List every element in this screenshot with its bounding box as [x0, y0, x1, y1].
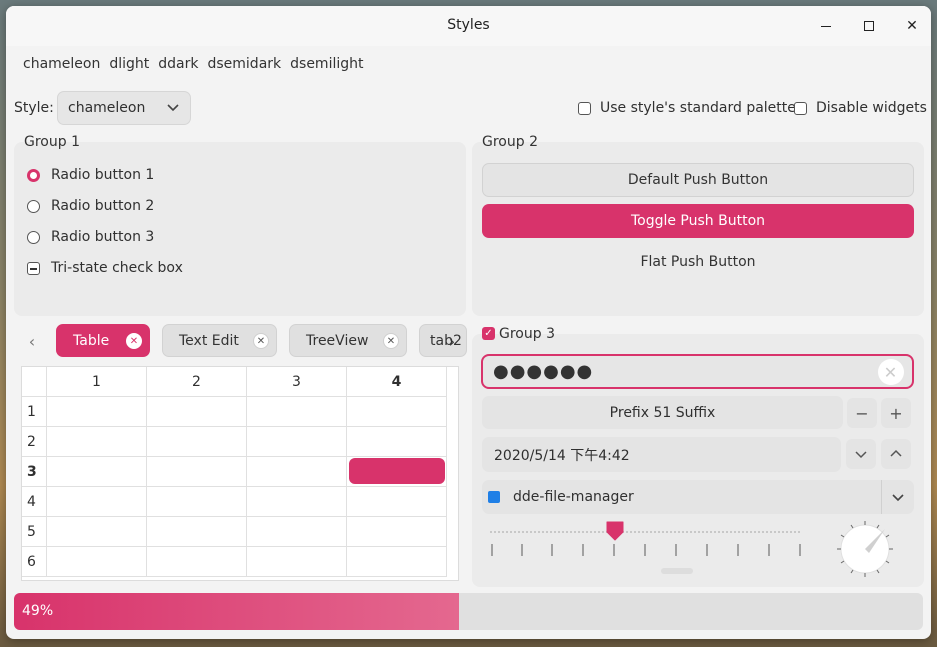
tab-text-edit[interactable]: Text Edit ✕: [162, 324, 277, 357]
dial[interactable]: [835, 519, 895, 579]
radio-unchecked-icon: [27, 230, 40, 244]
close-tab-icon[interactable]: ✕: [253, 333, 269, 349]
row-header[interactable]: 4: [22, 487, 47, 517]
group1-title: Group 1: [24, 134, 80, 150]
tab-scroll-left-button[interactable]: ‹: [23, 331, 41, 351]
close-button[interactable]: ✕: [900, 14, 924, 38]
style-link-dsemilight[interactable]: dsemilight: [290, 56, 363, 74]
chevron-down-icon: [855, 451, 867, 459]
tab-table-label: Table: [73, 332, 110, 349]
data-table[interactable]: 1 2 3 4 1 2 3 4 5 6: [21, 366, 459, 581]
row-header[interactable]: 1: [22, 397, 47, 427]
group3-checkbox[interactable]: ✓: [482, 327, 495, 340]
file-manager-icon: [488, 491, 500, 503]
minimize-icon: [821, 25, 831, 27]
column-header[interactable]: 3: [247, 367, 347, 397]
datetime-down-button[interactable]: [846, 439, 876, 469]
disable-widgets-option[interactable]: Disable widgets: [794, 100, 927, 116]
tab-table[interactable]: Table ✕: [56, 324, 150, 357]
app-combo-dropdown[interactable]: [881, 480, 914, 514]
datetime-up-button[interactable]: [881, 439, 911, 469]
clear-icon[interactable]: ✕: [878, 359, 904, 385]
spinbox[interactable]: Prefix 51 Suffix: [482, 396, 843, 429]
table-corner: [22, 367, 47, 397]
style-label: Style:: [14, 100, 54, 116]
style-link-dsemidark[interactable]: dsemidark: [207, 56, 281, 74]
style-link-dlight[interactable]: dlight: [109, 56, 149, 74]
radio-button-2[interactable]: Radio button 2: [27, 198, 154, 214]
plus-icon: +: [889, 403, 903, 423]
radio-checked-icon: [27, 168, 40, 182]
spinbox-decrement-button[interactable]: −: [847, 398, 877, 428]
horizontal-slider[interactable]: [490, 521, 802, 566]
progress-fill: [14, 593, 460, 630]
default-push-button[interactable]: Default Push Button: [482, 163, 914, 197]
column-header[interactable]: 4: [347, 367, 447, 397]
radio-button-1-label: Radio button 1: [51, 167, 155, 183]
table-cells[interactable]: [47, 397, 447, 577]
chevron-up-icon: [890, 449, 902, 457]
disable-widgets-label: Disable widgets: [816, 100, 927, 116]
column-header[interactable]: 2: [147, 367, 247, 397]
tristate-label: Tri-state check box: [51, 260, 183, 276]
standard-palette-label: Use style's standard palette: [600, 100, 796, 116]
titlebar: Styles ✕: [6, 6, 931, 46]
close-icon: ✕: [906, 18, 918, 34]
style-combo-value: chameleon: [68, 100, 146, 116]
style-combo[interactable]: chameleon: [57, 91, 191, 125]
style-links: chameleon dlight ddark dsemidark dsemili…: [23, 56, 364, 74]
scroll-indicator: [661, 568, 693, 574]
app-combo[interactable]: dde-file-manager: [482, 480, 914, 514]
group3-title: Group 3: [499, 326, 555, 342]
radio-button-2-label: Radio button 2: [51, 198, 155, 214]
tab-text-edit-label: Text Edit: [179, 332, 239, 349]
group2-title: Group 2: [482, 134, 538, 150]
disable-widgets-checkbox[interactable]: [794, 101, 807, 115]
flat-push-button[interactable]: Flat Push Button: [482, 245, 914, 279]
progress-bar: 49%: [14, 593, 923, 630]
radio-unchecked-icon: [27, 199, 40, 213]
tab-treeview-label: TreeView: [306, 332, 369, 349]
check-icon: ✓: [484, 328, 493, 339]
slider-ticks: [491, 544, 801, 556]
tab-treeview[interactable]: TreeView ✕: [289, 324, 407, 357]
datetime-edit[interactable]: 2020/5/14 下午4:42: [482, 437, 841, 472]
styles-window: Styles ✕ chameleon dlight ddark dsemidar…: [6, 6, 931, 639]
column-header[interactable]: 1: [47, 367, 147, 397]
row-header[interactable]: 3: [22, 457, 47, 487]
radio-button-1[interactable]: Radio button 1: [27, 167, 154, 183]
slider-handle[interactable]: [605, 520, 625, 542]
maximize-icon: [864, 21, 874, 31]
close-tab-icon[interactable]: ✕: [126, 333, 142, 349]
chevron-down-icon: [167, 104, 179, 112]
chevron-left-icon: ‹: [28, 331, 36, 351]
tristate-checkbox[interactable]: Tri-state check box: [27, 260, 183, 276]
tristate-partial-icon: [27, 261, 40, 275]
spinbox-increment-button[interactable]: +: [881, 398, 911, 428]
toggle-push-button[interactable]: Toggle Push Button: [482, 204, 914, 238]
minimize-button[interactable]: [814, 14, 838, 38]
app-combo-value: dde-file-manager: [513, 489, 634, 505]
password-mask: ●●●●●●: [493, 361, 594, 382]
password-field[interactable]: ●●●●●● ✕: [481, 354, 914, 389]
row-header[interactable]: 6: [22, 547, 47, 577]
progress-label: 49%: [22, 603, 54, 619]
row-header[interactable]: 2: [22, 427, 47, 457]
standard-palette-checkbox[interactable]: [578, 101, 591, 115]
style-link-ddark[interactable]: ddark: [158, 56, 198, 74]
standard-palette-option[interactable]: Use style's standard palette: [578, 100, 796, 116]
chevron-right-icon: ›: [448, 331, 456, 351]
radio-button-3[interactable]: Radio button 3: [27, 229, 154, 245]
selected-cell[interactable]: [349, 458, 445, 484]
maximize-button[interactable]: [857, 14, 881, 38]
window-title: Styles: [447, 17, 490, 33]
minus-icon: −: [855, 403, 869, 423]
tab-scroll-right-button[interactable]: ›: [443, 331, 461, 351]
chevron-down-icon: [892, 494, 904, 502]
style-link-chameleon[interactable]: chameleon: [23, 56, 100, 74]
close-tab-icon[interactable]: ✕: [383, 333, 399, 349]
row-header[interactable]: 5: [22, 517, 47, 547]
radio-button-3-label: Radio button 3: [51, 229, 155, 245]
